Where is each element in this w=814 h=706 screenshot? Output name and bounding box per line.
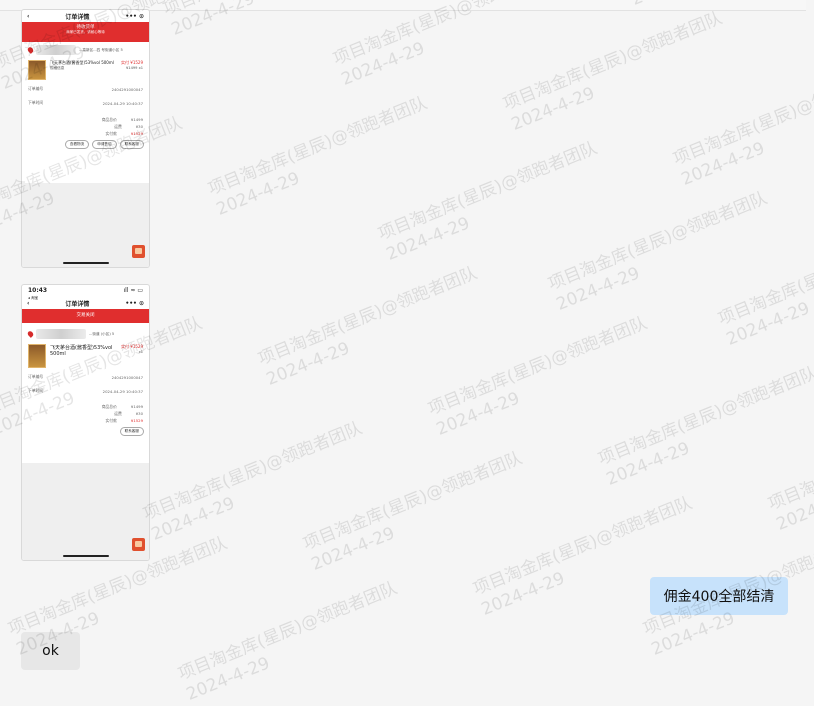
shipping-label: 运费 (114, 123, 122, 129)
status-time: 10:43 ◂ 淘宝 (28, 287, 48, 300)
banner-title: 交易关闭 (76, 313, 95, 318)
outgoing-message-bubble[interactable]: 佣金400全部结清 (650, 577, 788, 615)
status-time-text: 10:43 (28, 287, 48, 294)
blurred-address (36, 329, 86, 339)
watermark-text: 项目淘金库(星辰)@领跑者团队2024-4-29 (500, 8, 726, 135)
contact-service-button: 联系客服 (119, 427, 144, 436)
shipping-value: ¥30 (135, 411, 143, 416)
shipping-label: 运费 (114, 410, 122, 416)
order-time-row: 下单时间 2024-04-29 10:40:37 (22, 96, 149, 110)
watermark-text: 项目淘金库(星辰)@领跑者团队2024-4-29 (300, 448, 526, 575)
order-screenshot-image-1[interactable]: ‹ 订单详情 ••• ⊙ 待收货单 商家已发货，请耐心等待 ...高新区...四… (21, 9, 150, 268)
shipping-row: 运费 ¥30 (22, 123, 149, 130)
blurred-address (36, 45, 76, 55)
order-number-value: 2404291000047 (111, 374, 143, 380)
watermark-text: 项目淘金库(星辰)@领跑者团队2024-4-29 (670, 63, 814, 190)
phone-status-bar: 10:43 ◂ 淘宝 ıll ≈ ▭ (22, 285, 149, 300)
watermark-text: 项目淘金库(星辰)@领跑者团队2024-4-29 (175, 578, 401, 705)
phone-page-title: 订单详情 (65, 300, 90, 308)
signal-wifi-battery-icon: ıll ≈ ▭ (123, 287, 143, 294)
goods-total-row: 商品总价 ¥1499 (22, 116, 149, 123)
phone-nav-bar: ‹ 订单详情 ••• ⊙ (22, 297, 149, 309)
order-action-buttons: 联系客服 (22, 424, 149, 439)
goods-total-label: 商品总价 (101, 116, 117, 122)
goods-total-value: ¥1499 (130, 117, 143, 122)
shipping-value: ¥30 (135, 124, 143, 129)
after-sale-button: 申请售后 (92, 140, 117, 149)
logistics-button: 查看物流 (64, 140, 90, 149)
goods-total-row: 商品总价 ¥1499 (22, 403, 149, 410)
watermark-text: 项目淘金库(星辰)@领跑者团队2024-4-29 (330, 0, 556, 90)
product-thumbnail (28, 60, 46, 80)
shipping-row: 运费 ¥30 (22, 410, 149, 417)
order-time-label: 下单时间 (28, 388, 44, 393)
watermark-text: 项目淘金库(星辰)@领跑者团队2024-4-29 (205, 93, 431, 220)
product-spec: 规格信息 (50, 66, 65, 70)
paid-label: 实付款 (105, 417, 117, 423)
product-thumbnail (28, 344, 46, 368)
phone-empty-area (22, 463, 149, 560)
qty-value: ¥1499 x1 (126, 66, 143, 70)
incoming-message-bubble[interactable]: ok (21, 632, 80, 670)
order-time-row: 下单时间 2024-04-29 10:40:37 (22, 384, 149, 398)
contact-service-button: 联系客服 (119, 140, 144, 149)
phone-nav-bar: ‹ 订单详情 ••• ⊙ (22, 10, 149, 22)
incoming-message-text: ok (42, 643, 59, 659)
watermark-text: 项目淘金库(星辰)@领跑者团队2024-4-29 (545, 188, 771, 315)
product-price: 实付 ¥1529 x1 (121, 344, 143, 368)
watermark-text: 项目淘金库(星辰)@领跑者团队2024-4-29 (425, 313, 651, 440)
order-status-banner: 交易关闭 (22, 309, 149, 323)
order-number-label: 订单编号 (28, 374, 44, 379)
paid-row: 实付款 ¥1529 (22, 130, 149, 137)
paid-value: ¥1529 (130, 418, 143, 423)
order-number-row: 订单编号 2404291000047 (22, 370, 149, 384)
product-row: 飞天茅台酒(酱香型)53%vol 500ml 规格信息 实付 ¥1529 ¥14… (22, 58, 149, 82)
order-number-value: 2404291000047 (111, 86, 143, 92)
location-pin-icon (26, 330, 35, 338)
outgoing-message-text: 佣金400全部结清 (663, 589, 775, 605)
address-text: ...街道 (小区) 5 (89, 331, 115, 336)
floating-gift-icon (132, 538, 145, 551)
order-time-value: 2024-04-29 10:40:37 (102, 388, 143, 394)
phone-empty-area (22, 183, 149, 267)
product-price: 实付 ¥1529 ¥1499 x1 (121, 60, 143, 80)
address-row: ...街道 (小区) 5 (22, 323, 149, 342)
floating-gift-icon (132, 245, 145, 258)
watermark-text: 项目淘金库(星辰)@领跑者团队2024-4-29 (595, 363, 814, 490)
paid-label: 实付款 (105, 130, 117, 136)
watermark-text: 项目淘金库(星辰)@领跑者团队2024-4-29 (140, 418, 366, 545)
address-text: ...高新区...四 号街道小区 5 (79, 47, 123, 52)
paid-value: ¥1529 (130, 131, 143, 136)
goods-total-label: 商品总价 (101, 403, 117, 409)
location-pin-icon (26, 46, 35, 54)
order-time-value: 2024-04-29 10:40:37 (102, 100, 143, 106)
order-number-row: 订单编号 2404291000047 (22, 82, 149, 96)
paid-row: 实付款 ¥1529 (22, 417, 149, 424)
phone-page-title: 订单详情 (65, 13, 90, 21)
order-number-label: 订单编号 (28, 86, 44, 91)
more-icon: ••• ⊙ (125, 12, 144, 20)
order-status-banner: 待收货单 商家已发货，请耐心等待 (22, 22, 149, 42)
product-row: 飞天茅台酒(酱香型)53%vol 500ml 实付 ¥1529 x1 (22, 342, 149, 370)
address-row: ...高新区...四 号街道小区 5 (22, 42, 149, 58)
watermark-text: 项目淘金库(星辰)@领跑者团队2024-4-29 (765, 408, 814, 535)
watermark-text: 项目淘金库(星辰)@领跑者团队2024-4-29 (255, 263, 481, 390)
product-name: 飞天茅台酒(酱香型)53%vol 500ml (50, 345, 113, 357)
goods-total-value: ¥1499 (130, 404, 143, 409)
banner-subtitle: 商家已发货，请耐心等待 (66, 30, 105, 34)
order-action-buttons: 查看物流 申请售后 联系客服 (22, 137, 149, 152)
product-name: 飞天茅台酒(酱香型)53%vol 500ml 规格信息 (50, 60, 117, 80)
more-icon: ••• ⊙ (125, 299, 144, 307)
qty-value: x1 (138, 350, 143, 354)
watermark-text: 项目淘金库(星辰)@领跑者团队2024-4-29 (375, 138, 601, 265)
order-time-label: 下单时间 (28, 100, 44, 105)
order-screenshot-image-2[interactable]: 10:43 ◂ 淘宝 ıll ≈ ▭ ‹ 订单详情 ••• ⊙ 交易关闭 ...街… (21, 284, 150, 561)
watermark-text: 项目淘金库(星辰)@领跑者团队2024-4-29 (715, 223, 814, 350)
home-indicator (62, 555, 109, 557)
home-indicator (62, 262, 109, 264)
